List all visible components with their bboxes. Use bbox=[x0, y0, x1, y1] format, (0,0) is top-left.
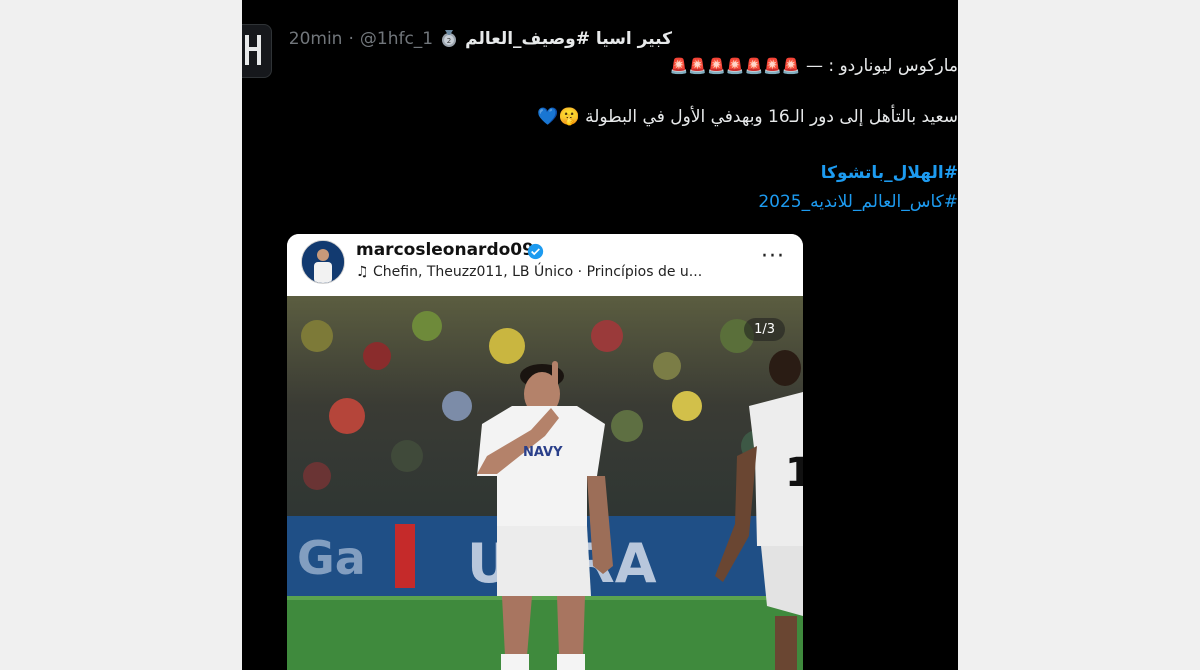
verified-badge-icon bbox=[527, 243, 544, 260]
tweet-line2-emoji: 🤫💙 bbox=[537, 107, 580, 127]
more-icon[interactable]: ··· bbox=[761, 244, 785, 269]
instagram-header: marcosleonardo09 ♫ Chefin, Theuzz011, LB… bbox=[287, 234, 803, 296]
tweet-text-line1: ماركوس ليوناردو : — 🚨🚨🚨🚨🚨🚨🚨 bbox=[242, 56, 958, 76]
music-title: Chefin, Theuzz011, LB Único · Princípios… bbox=[373, 264, 703, 280]
siren-emoji: 🚨 bbox=[707, 57, 726, 75]
separator-dot: · bbox=[348, 29, 354, 49]
hashtag-link[interactable]: #الهلال_باتشوكا bbox=[242, 163, 958, 183]
siren-emoji: 🚨 bbox=[763, 57, 782, 75]
svg-text:Ga: Ga bbox=[297, 531, 366, 585]
image-counter: 1/3 bbox=[744, 318, 785, 341]
tweet-text-line2: سعيد بالتأهل إلى دور الـ16 وبهدفي الأول … bbox=[242, 107, 958, 127]
player-avatar-icon bbox=[302, 241, 344, 283]
instagram-avatar[interactable] bbox=[301, 240, 345, 284]
instagram-photo[interactable]: Ga ULTRA NAVY bbox=[287, 296, 803, 670]
hashtag-link[interactable]: #كاس_العالم_للانديه_2025 bbox=[242, 192, 958, 212]
football-photo: Ga ULTRA NAVY bbox=[287, 296, 803, 670]
music-note-icon: ♫ bbox=[356, 264, 369, 280]
author-handle[interactable]: @1hfc_1 bbox=[360, 29, 433, 49]
tweet-header: 20min · @1hfc_1 2 كبير اسيا #وصيف_العالم bbox=[289, 26, 672, 52]
svg-text:2: 2 bbox=[447, 37, 451, 45]
siren-emoji: 🚨 bbox=[669, 57, 689, 75]
siren-emoji: 🚨 bbox=[744, 57, 764, 75]
instagram-embed[interactable]: marcosleonardo09 ♫ Chefin, Theuzz011, LB… bbox=[287, 234, 803, 670]
tweet-line2-text: سعيد بالتأهل إلى دور الـ16 وبهدفي الأول … bbox=[585, 107, 958, 127]
author-display-name[interactable]: كبير اسيا #وصيف_العالم bbox=[465, 29, 672, 49]
siren-emoji: 🚨 bbox=[725, 57, 745, 75]
tweet-card[interactable]: 20min · @1hfc_1 2 كبير اسيا #وصيف_العالم… bbox=[242, 0, 958, 670]
svg-text:NAVY: NAVY bbox=[523, 445, 563, 460]
tweet-line1-dash: — bbox=[805, 56, 823, 76]
siren-emoji: 🚨 bbox=[688, 57, 708, 75]
siren-emoji: 🚨 bbox=[781, 57, 801, 75]
svg-text:1: 1 bbox=[785, 450, 803, 496]
tweet-line1-text: ماركوس ليوناردو : bbox=[828, 56, 958, 76]
medal-icon: 2 bbox=[442, 30, 457, 47]
instagram-music[interactable]: ♫ Chefin, Theuzz011, LB Único · Princípi… bbox=[356, 264, 702, 280]
instagram-username[interactable]: marcosleonardo09 bbox=[356, 240, 534, 260]
tweet-time[interactable]: 20min bbox=[289, 29, 343, 49]
